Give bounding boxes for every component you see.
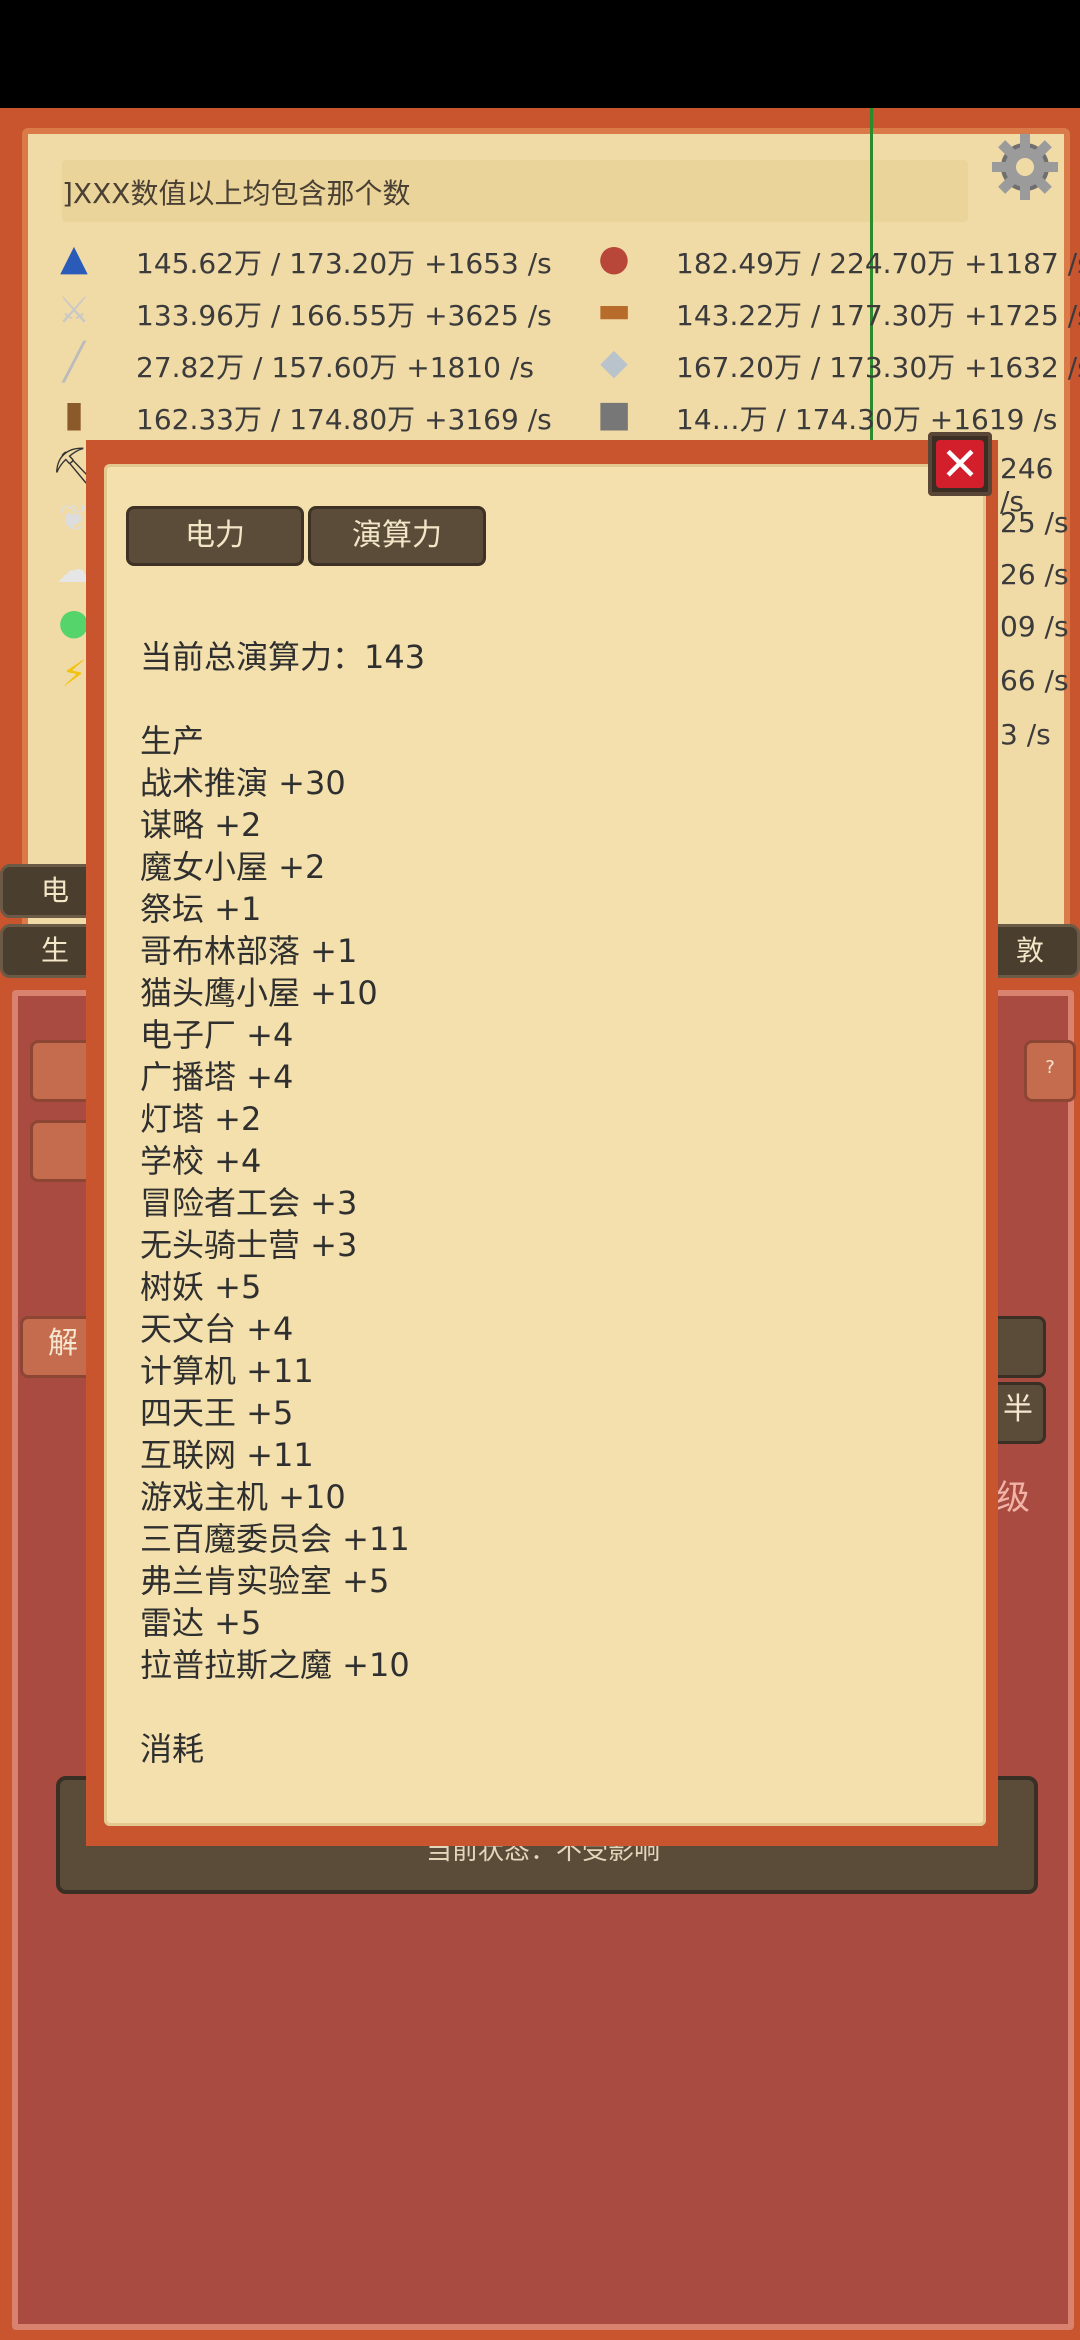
resource-row: 145.62万 / 173.20万 +1653 /s bbox=[136, 247, 552, 280]
resource-rate: 66 /s bbox=[1000, 664, 1069, 697]
list-item: 谋略 +2 bbox=[140, 806, 262, 844]
list-item: 互联网 +11 bbox=[140, 1436, 314, 1474]
total-compute: 当前总演算力：143 bbox=[140, 638, 426, 676]
list-item: 广播塔 +4 bbox=[140, 1058, 294, 1096]
meat-icon: ● bbox=[598, 238, 630, 279]
help-button[interactable]: ? bbox=[1024, 1040, 1076, 1102]
resource-row: 162.33万 / 174.80万 +3169 /s bbox=[136, 403, 552, 436]
list-item: 战术推演 +30 bbox=[140, 764, 346, 802]
list-item: 灯塔 +2 bbox=[140, 1100, 262, 1138]
list-item: 拉普拉斯之魔 +10 bbox=[140, 1646, 410, 1684]
wand-icon: ╱ bbox=[63, 342, 85, 383]
list-item: 猫头鹰小屋 +10 bbox=[140, 974, 378, 1012]
resource-row: 27.82万 / 157.60万 +1810 /s bbox=[136, 351, 534, 384]
list-item: 雷达 +5 bbox=[140, 1604, 262, 1642]
close-icon[interactable]: ✕ bbox=[936, 440, 984, 488]
resource-row: 133.96万 / 166.55万 +3625 /s bbox=[136, 299, 552, 332]
resource-row: 143.22万 / 177.30万 +1725 /s bbox=[676, 299, 1080, 332]
wizard-hat-icon: ▲ bbox=[60, 238, 88, 279]
list-item: 冒险者工会 +3 bbox=[140, 1184, 358, 1222]
list-item: 祭坛 +1 bbox=[140, 890, 262, 928]
production-header: 生产 bbox=[140, 722, 205, 760]
status-bar bbox=[0, 0, 1080, 108]
list-item: 四天王 +5 bbox=[140, 1394, 294, 1432]
side-button[interactable] bbox=[990, 1316, 1046, 1378]
list-item: 学校 +4 bbox=[140, 1142, 262, 1180]
iron-ingot-icon: ■ bbox=[596, 394, 631, 435]
list-item: 无头骑士营 +3 bbox=[140, 1226, 358, 1264]
tab-power[interactable]: 电力 bbox=[126, 506, 304, 566]
list-item: 天文台 +4 bbox=[140, 1310, 294, 1348]
list-item: 树妖 +5 bbox=[140, 1268, 262, 1306]
list-item: 三百魔委员会 +11 bbox=[140, 1520, 410, 1558]
list-item: 计算机 +11 bbox=[140, 1352, 314, 1390]
resource-row: 167.20万 / 173.30万 +1632 /s bbox=[676, 351, 1080, 384]
sword-icon: ⚔ bbox=[57, 290, 91, 331]
list-item: 游戏主机 +10 bbox=[140, 1478, 346, 1516]
resource-row: 14…万 / 174.30万 +1619 /s bbox=[676, 403, 1058, 436]
resource-rate: 09 /s bbox=[1000, 610, 1069, 643]
info-text: ]XXX数值以上均包含那个数 bbox=[62, 177, 411, 210]
list-item: 电子厂 +4 bbox=[140, 1016, 294, 1054]
side-button[interactable]: 半 bbox=[990, 1382, 1046, 1444]
resource-rate: 26 /s bbox=[1000, 558, 1069, 591]
list-item: 魔女小屋 +2 bbox=[140, 848, 326, 886]
gear-icon[interactable] bbox=[990, 132, 1060, 202]
crystal-icon: ◆ bbox=[600, 342, 628, 383]
tab-compute[interactable]: 演算力 bbox=[308, 506, 486, 566]
resource-rate: 25 /s bbox=[1000, 506, 1069, 539]
resource-row: 182.49万 / 224.70万 +1187 /s bbox=[676, 247, 1080, 280]
level-label: 级 bbox=[996, 1478, 1030, 1518]
consumption-header: 消耗 bbox=[140, 1730, 205, 1768]
resource-rate: 3 /s bbox=[1000, 718, 1051, 751]
book-icon: ▮ bbox=[64, 394, 84, 435]
dialog-content: 当前总演算力：143 生产 战术推演 +30 谋略 +2 魔女小屋 +2 祭坛 … bbox=[140, 636, 960, 1770]
wood-log-icon: ▬ bbox=[596, 290, 631, 331]
list-item: 哥布林部落 +1 bbox=[140, 932, 358, 970]
list-item: 弗兰肯实验室 +5 bbox=[140, 1562, 390, 1600]
